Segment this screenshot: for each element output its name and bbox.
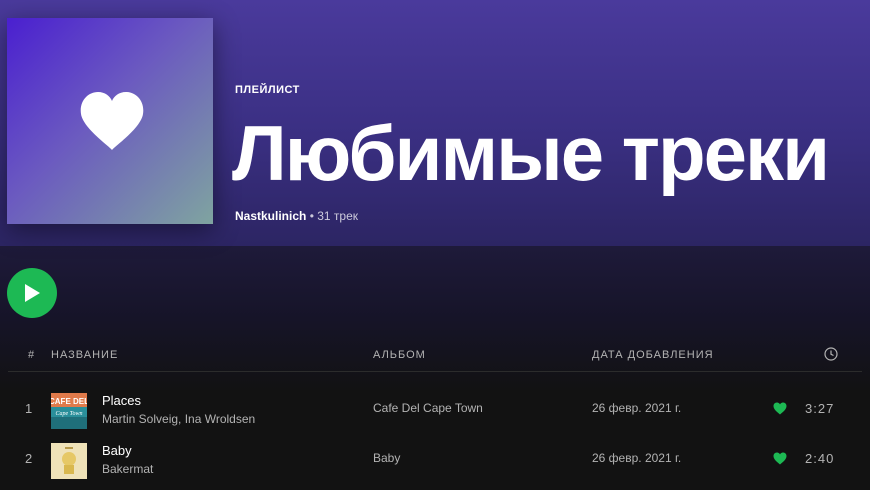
- track-album[interactable]: Cafe Del Cape Town: [373, 401, 483, 415]
- column-header-title[interactable]: НАЗВАНИЕ: [51, 349, 118, 361]
- track-duration: 2:40: [805, 451, 835, 466]
- album-art-subtext: Cape Town: [56, 411, 83, 417]
- album-art: [51, 443, 87, 479]
- play-icon: [25, 284, 40, 302]
- track-date-added: 26 февр. 2021 г.: [592, 451, 682, 465]
- column-header-number: #: [28, 349, 36, 361]
- track-number: 2: [25, 451, 33, 466]
- column-header-album[interactable]: АЛЬБОМ: [373, 349, 426, 361]
- meta-separator: •: [309, 209, 314, 223]
- column-header-date-added[interactable]: ДАТА ДОБАВЛЕНИЯ: [592, 349, 714, 361]
- album-art-text: CAFE DEL: [51, 397, 87, 406]
- heart-icon[interactable]: [773, 402, 787, 415]
- playlist-type-label: ПЛЕЙЛИСТ: [235, 84, 300, 96]
- heart-icon[interactable]: [773, 452, 787, 465]
- column-header-duration[interactable]: [824, 347, 838, 364]
- track-title[interactable]: Places: [102, 393, 141, 408]
- track-number: 1: [25, 401, 33, 416]
- heart-icon: [80, 92, 144, 150]
- track-count: 31 трек: [317, 209, 359, 223]
- track-date-added: 26 февр. 2021 г.: [592, 401, 682, 415]
- track-title[interactable]: Baby: [102, 443, 132, 458]
- album-art: CAFE DEL Cape Town: [51, 393, 87, 429]
- playlist-meta: Nastkulinich • 31 трек: [235, 209, 358, 223]
- playlist-owner-link[interactable]: Nastkulinich: [235, 209, 306, 223]
- track-artist[interactable]: Bakermat: [102, 462, 153, 476]
- header-divider: [8, 371, 862, 372]
- track-album[interactable]: Baby: [373, 451, 400, 465]
- playlist-cover: [7, 18, 213, 224]
- track-row[interactable]: 2 Baby Bakermat Baby 26 февр. 2021 г. 2:…: [0, 439, 870, 483]
- track-duration: 3:27: [805, 401, 835, 416]
- playlist-title: Любимые треки: [232, 109, 830, 197]
- clock-icon: [824, 347, 838, 361]
- play-button[interactable]: [7, 268, 57, 318]
- track-artist[interactable]: Martin Solveig, Ina Wroldsen: [102, 412, 255, 426]
- track-row[interactable]: 1 CAFE DEL Cape Town Places Martin Solve…: [0, 389, 870, 433]
